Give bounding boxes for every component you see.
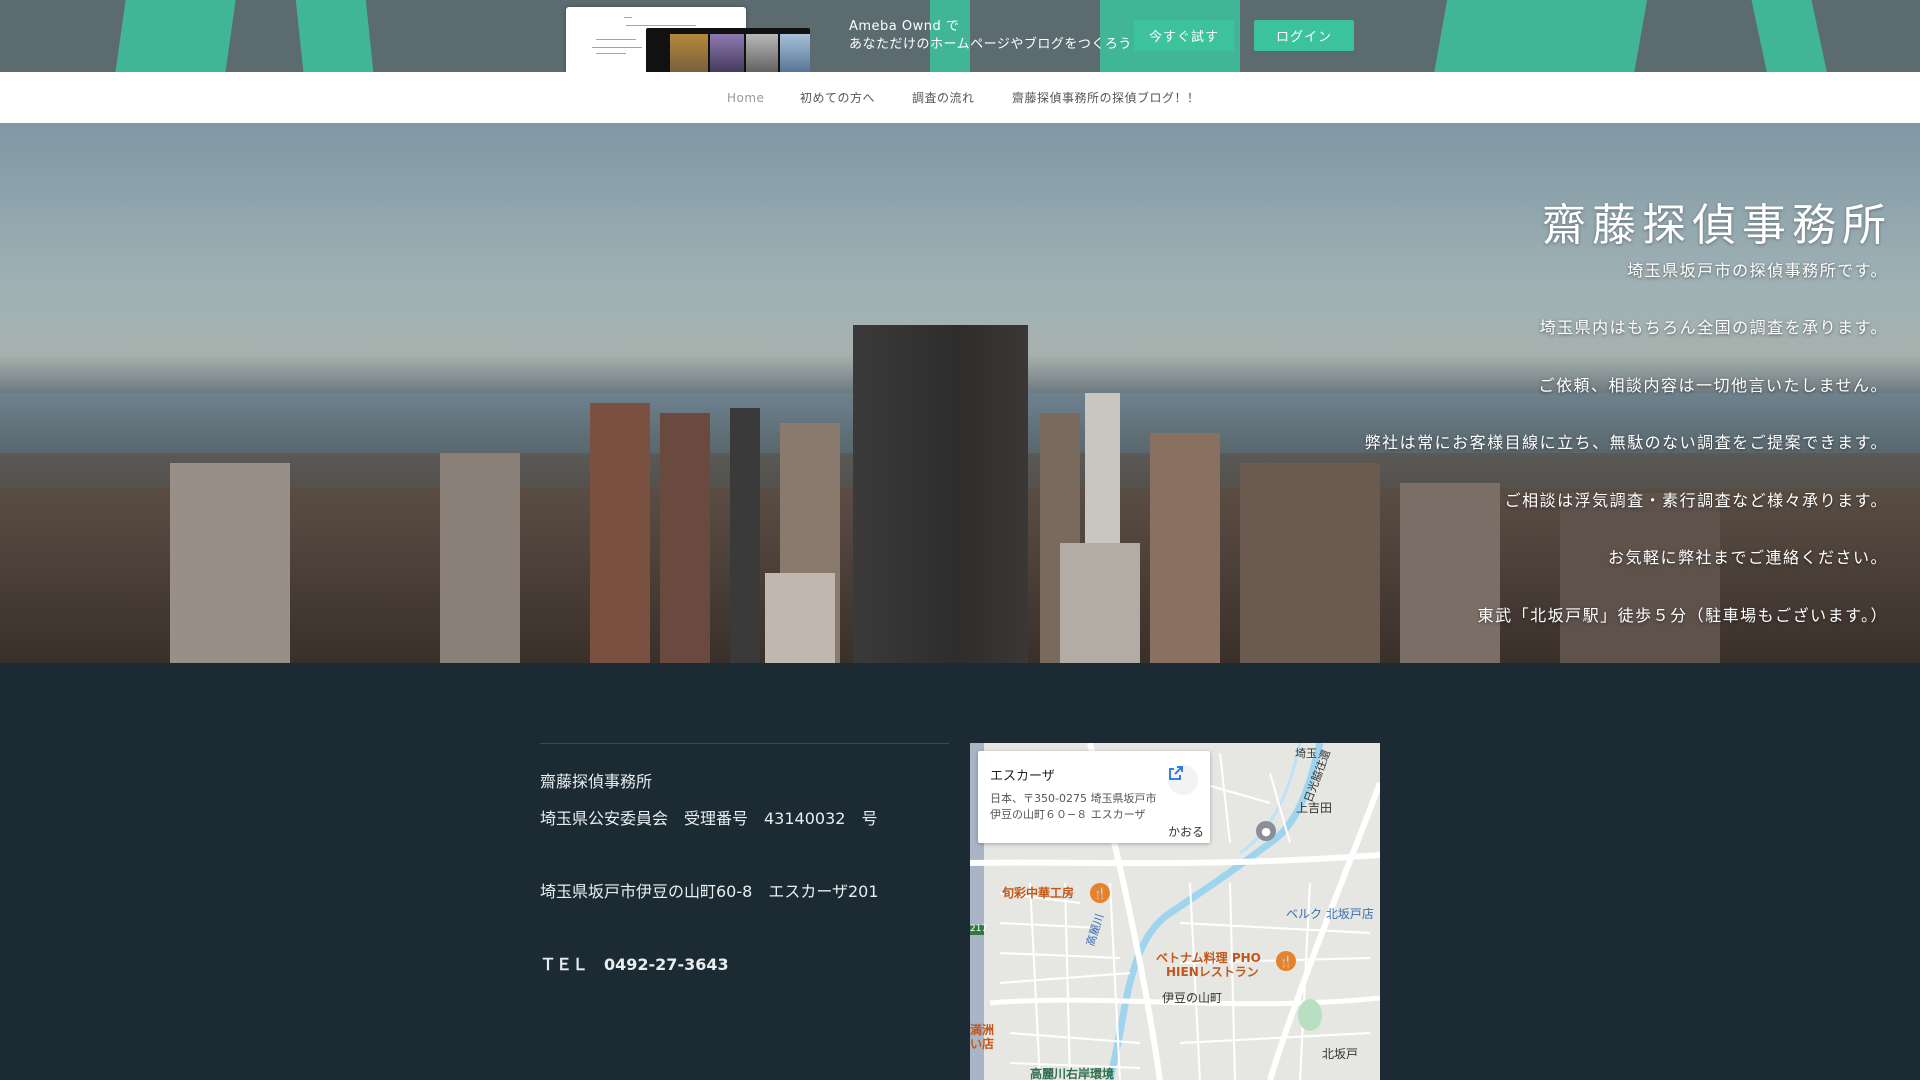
nav-item-home[interactable]: Home [727,72,764,123]
banner-brand-line: Ameba Ownd で [849,19,960,34]
restaurant-icon[interactable]: 🍴 [1276,951,1296,971]
map-label: ベルク 北坂戸店 [1286,907,1374,921]
map-pin-icon[interactable]: ● [1256,821,1276,841]
contact-info: 齋藤探偵事務所 埼玉県公安委員会 受理番号 43140032 号 埼玉県坂戸市伊… [540,743,949,974]
map-label: かおる [1168,825,1205,839]
hero-intro-line: ご相談は浮気調査・素行調査など様々承ります。 [1504,491,1888,510]
main-nav: Home 初めての方へ 調査の流れ 齋藤探偵事務所の探偵ブログ！！ [0,72,1920,124]
map-label: 高麗川右岸環境 [1030,1067,1115,1080]
hero-intro-line: 埼玉県坂戸市の探偵事務所です。 [1627,261,1888,280]
hero-intro-line: 埼玉県内はもちろん全国の調査を承ります。 [1539,318,1888,337]
nav-item-investigation-flow[interactable]: 調査の流れ [912,72,975,123]
restaurant-icon[interactable]: 🍴 [1090,883,1110,903]
nav-item-blog[interactable]: 齋藤探偵事務所の探偵ブログ！！ [1012,72,1200,123]
license-number: 埼玉県公安委員会 受理番号 43140032 号 [540,809,878,828]
banner-stripe [1742,0,1838,72]
map-label: 上吉田 [1296,801,1333,815]
nav-item-first-time[interactable]: 初めての方へ [800,72,875,123]
map-label: 北坂戸 [1322,1047,1359,1061]
try-now-button[interactable]: 今すぐ試す [1134,20,1234,51]
banner-stripe [291,0,379,72]
open-in-maps-button[interactable] [1168,765,1198,795]
banner-text: Ameba Ownd で あなただけのホームページやブログをつくろう [849,18,1132,54]
hero-section: 齋藤探偵事務所 埼玉県坂戸市の探偵事務所です。 埼玉県内はもちろん全国の調査を承… [0,123,1920,663]
google-map[interactable]: エスカーザ 日本、〒350-0275 埼玉県坂戸市伊豆の山町６０−８ エスカーザ… [970,743,1380,1080]
hero-intro-line: 東武「北坂戸駅」徒歩５分（駐車場もございます。） [1477,606,1888,625]
login-button[interactable]: ログイン [1254,20,1354,51]
phone-number: ＴＥＬ 0492-27-3643 [540,955,729,974]
banner-stripe [108,0,242,72]
hero-intro-line: 弊社は常にお客様目線に立ち、無駄のない調査をご提案できます。 [1364,433,1888,452]
company-name: 齋藤探偵事務所 [540,772,653,791]
map-label: 伊豆の山町 [1162,991,1223,1005]
hero-intro-line: お気軽に弊社までご連絡ください。 [1607,548,1888,567]
site-title: 齋藤探偵事務所 [1542,200,1892,251]
office-address: 埼玉県坂戸市伊豆の山町60-8 エスカーザ201 [540,882,879,901]
map-label: い店 [970,1037,995,1051]
map-place-name: エスカーザ [990,769,1055,784]
preview-thumbnail-dark [646,28,810,72]
hero-intro-line: ご依頼、相談内容は一切他言いたしません。 [1538,376,1888,395]
ameba-ownd-banner: Ameba Ownd で あなただけのホームページやブログをつくろう 今すぐ試す… [0,0,1920,72]
banner-stripe [1425,0,1655,72]
map-label: HIENレストラン [1166,965,1259,979]
map-label: 旬彩中華工房 [1002,886,1075,900]
banner-tagline: あなただけのホームページやブログをつくろう [849,37,1132,52]
map-route-number: 217 [970,924,988,934]
external-link-icon [1169,766,1183,780]
map-place-address: 日本、〒350-0275 埼玉県坂戸市伊豆の山町６０−８ エスカーザ [990,792,1157,821]
